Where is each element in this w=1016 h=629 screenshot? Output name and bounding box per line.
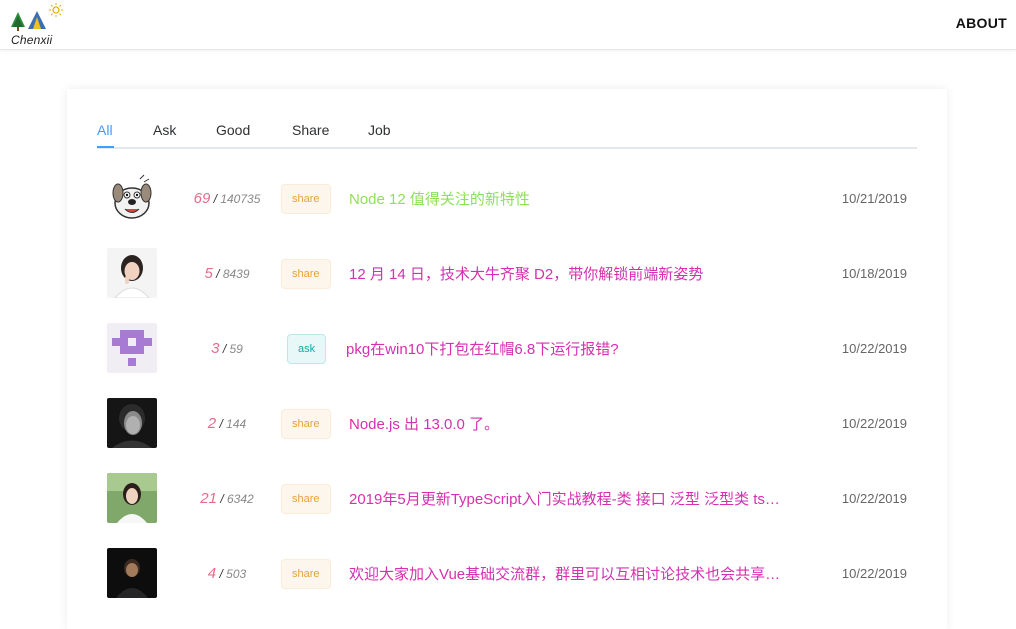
reply-visit-count: 4 / 503 [207,565,247,582]
reply-count: 3 [211,340,220,357]
topic-title-link[interactable]: 欢迎大家加入Vue基础交流群，群里可以互相讨论技术也会共享… [349,563,780,584]
share-tag: share [281,409,331,439]
reply-count: 5 [204,265,213,282]
reply-count: 2 [207,415,217,432]
active-tab-indicator [97,146,114,148]
tab-good[interactable]: Good [216,121,250,147]
topic-title-link[interactable]: Node 12 值得关注的新特性 [349,188,530,209]
topic-row[interactable]: 69 / 140735 share Node 12 值得关注的新特性 10/21… [107,173,907,233]
woman-avatar[interactable] [107,248,157,298]
topic-date: 10/21/2019 [841,191,907,206]
topic-row[interactable]: 2 / 144 share Node.js 出 13.0.0 了。 10/22/… [107,398,907,458]
site-logo[interactable]: Chenxii [9,3,69,47]
cartoon-dog-avatar[interactable] [107,173,157,223]
topic-row[interactable]: 5 / 8439 share 12 月 14 日，技术大牛齐聚 D2，带你解锁前… [107,248,907,308]
visit-count: 59 [229,342,243,356]
about-link[interactable]: ABOUT [956,15,1007,31]
topic-date: 10/22/2019 [841,491,907,506]
share-tag: share [281,559,331,589]
topic-list-card: All Ask Good Share Job 69 / 140735 share… [67,89,947,629]
visit-count: 8439 [222,267,250,281]
share-tag: share [281,259,331,289]
top-navbar: Chenxii ABOUT [0,0,1016,50]
topic-date: 10/22/2019 [841,566,907,581]
reply-visit-count: 5 / 8439 [204,265,250,282]
topic-tabs: All Ask Good Share Job [97,119,917,149]
reply-visit-count: 3 / 59 [211,340,243,357]
visit-count: 140735 [220,192,261,206]
tab-job[interactable]: Job [368,121,391,147]
topic-date: 10/22/2019 [841,341,907,356]
tab-all[interactable]: All [97,121,113,147]
visit-count: 144 [226,417,247,431]
person-dark-avatar[interactable] [107,548,157,598]
visit-count: 503 [226,567,247,581]
topic-date: 10/18/2019 [841,266,907,281]
ask-tag: ask [287,334,327,364]
reply-visit-count: 2 / 144 [207,415,247,432]
visit-count: 6342 [227,492,254,506]
identicon-avatar[interactable] [107,323,157,373]
reply-visit-count: 21 / 6342 [200,490,254,507]
reply-count: 21 [200,490,217,507]
topic-row[interactable]: 3 / 59 ask pkg在win10下打包在红帽6.8下运行报错? 10/2… [107,323,907,383]
reply-count: 69 [193,190,211,207]
topic-title-link[interactable]: pkg在win10下打包在红帽6.8下运行报错? [346,338,619,359]
topic-title-link[interactable]: 12 月 14 日，技术大牛齐聚 D2，带你解锁前端新姿势 [349,263,703,284]
tab-ask[interactable]: Ask [153,121,176,147]
reply-count: 4 [207,565,217,582]
share-tag: share [281,184,331,214]
tab-share[interactable]: Share [292,121,329,147]
topic-row[interactable]: 21 / 6342 share 2019年5月更新TypeScript入门实战教… [107,473,907,533]
logo-tents-icon [11,3,63,31]
reply-visit-count: 69 / 140735 [193,190,261,207]
topic-title-link[interactable]: Node.js 出 13.0.0 了。 [349,413,499,434]
woman-outdoor-avatar[interactable] [107,473,157,523]
man-portrait-avatar[interactable] [107,398,157,448]
topic-title-link[interactable]: 2019年5月更新TypeScript入门实战教程-类 接口 泛型 泛型类 ts… [349,488,780,509]
topic-date: 10/22/2019 [841,416,907,431]
logo-text: Chenxii [11,33,53,47]
topic-row[interactable]: 4 / 503 share 欢迎大家加入Vue基础交流群，群里可以互相讨论技术也… [107,548,907,608]
share-tag: share [281,484,331,514]
